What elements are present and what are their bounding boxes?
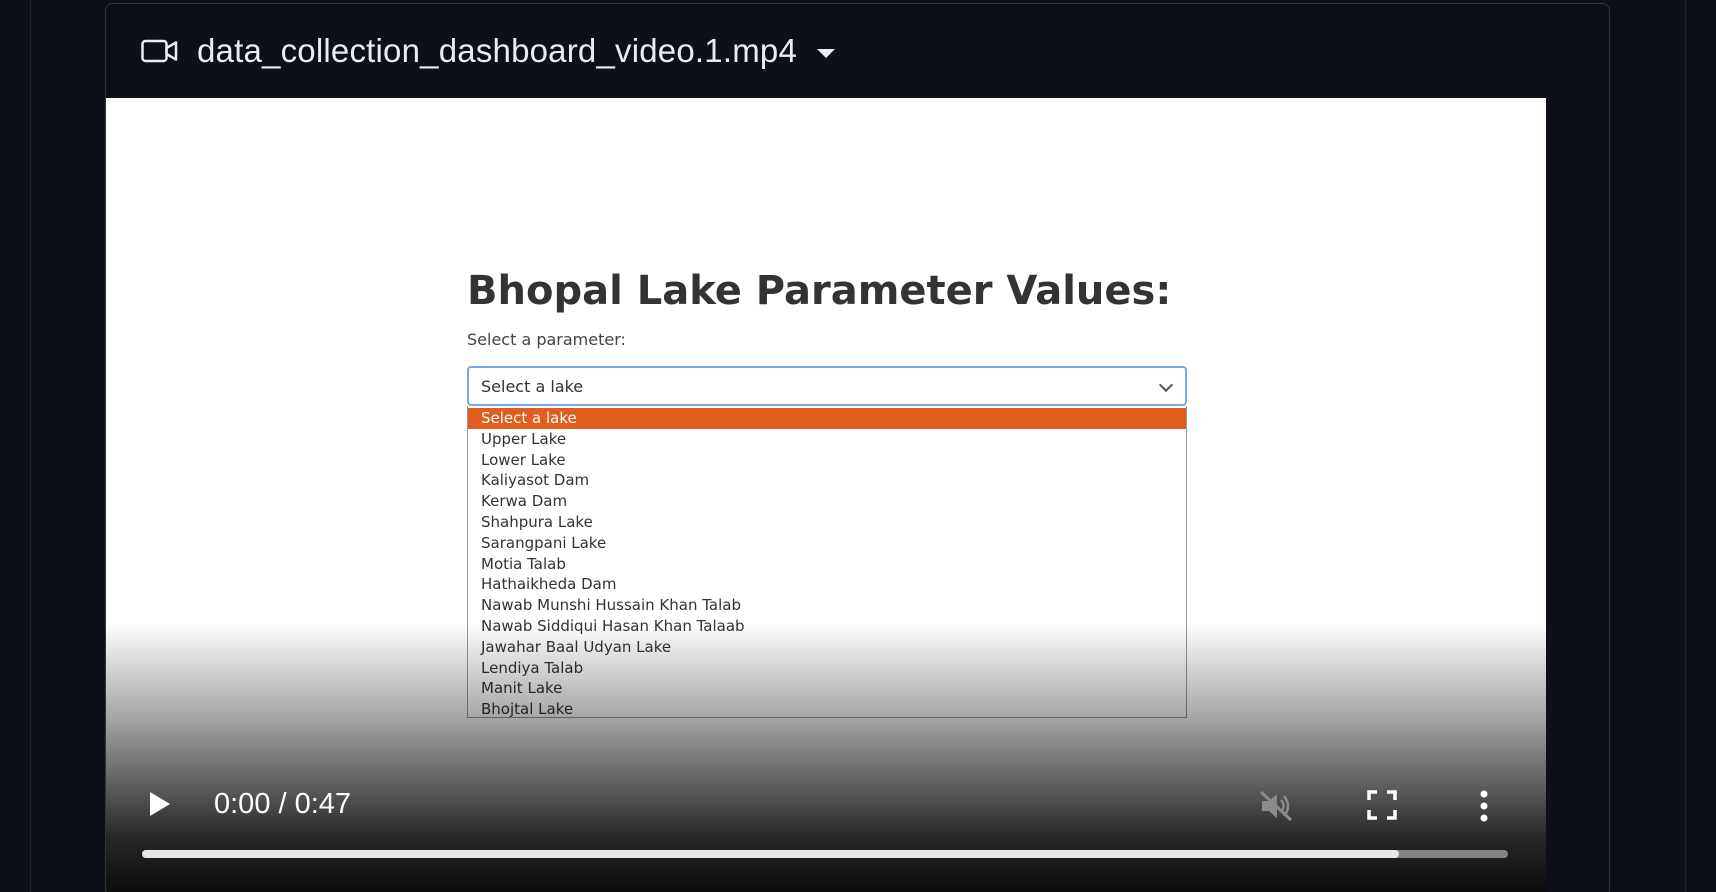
- progress-bar[interactable]: [142, 850, 1508, 858]
- lake-option: Upper Lake: [481, 429, 567, 448]
- caret-down-icon[interactable]: [817, 48, 835, 58]
- frame-heading: Bhopal Lake Parameter Values:: [467, 268, 1172, 314]
- lake-dropdown-list: Select a lake Upper Lake Lower Lake Kaliyas…: [467, 406, 1187, 718]
- video-camera-icon: [141, 38, 179, 64]
- lake-option: Sarangpani Lake: [481, 533, 607, 552]
- lake-option: Kerwa Dam: [481, 492, 568, 511]
- lake-option: Motia Talab: [481, 554, 566, 573]
- lake-select-value: Select a lake: [481, 376, 584, 396]
- lake-option: Jawahar Baal Udyan Lake: [481, 637, 672, 656]
- more-vertical-icon: [1480, 790, 1488, 822]
- frame-select-label: Select a parameter:: [467, 330, 626, 349]
- lake-option: Kaliyasot Dam: [481, 471, 590, 490]
- left-divider: [30, 0, 31, 892]
- lake-option: Hathaikheda Dam: [481, 575, 617, 594]
- play-icon: [150, 792, 170, 816]
- lake-option: Bhojtal Lake: [481, 700, 574, 719]
- chevron-down-icon: [1158, 377, 1174, 393]
- lake-option: Nawab Munshi Hussain Khan Talab: [481, 596, 741, 615]
- more-options-button[interactable]: [1469, 786, 1499, 826]
- lake-option: Shahpura Lake: [481, 512, 593, 531]
- mute-button[interactable]: [1256, 786, 1296, 826]
- play-button[interactable]: [144, 789, 174, 819]
- file-header: data_collection_dashboard_video.1.mp4: [106, 4, 1609, 98]
- fullscreen-button[interactable]: [1364, 787, 1400, 823]
- time-display: 0:00 / 0:47: [214, 788, 352, 820]
- lake-option: Manit Lake: [481, 679, 563, 698]
- file-title[interactable]: data_collection_dashboard_video.1.mp4: [197, 32, 797, 70]
- lake-option: Lower Lake: [481, 450, 566, 469]
- lake-option: Select a lake: [468, 408, 1186, 429]
- right-divider: [1685, 0, 1686, 892]
- video-player[interactable]: Bhopal Lake Parameter Values: Select a p…: [106, 98, 1546, 892]
- volume-muted-icon: [1259, 790, 1293, 822]
- progress-buffered: [142, 850, 1399, 858]
- lake-select: Select a lake: [467, 366, 1187, 406]
- fullscreen-icon: [1367, 790, 1397, 820]
- lake-option: Lendiya Talab: [481, 658, 584, 677]
- video-file-card: data_collection_dashboard_video.1.mp4 Bh…: [105, 3, 1610, 892]
- page: data_collection_dashboard_video.1.mp4 Bh…: [0, 0, 1716, 892]
- lake-option: Nawab Siddiqui Hasan Khan Talaab: [481, 616, 745, 635]
- player-controls: 0:00 / 0:47: [106, 752, 1546, 892]
